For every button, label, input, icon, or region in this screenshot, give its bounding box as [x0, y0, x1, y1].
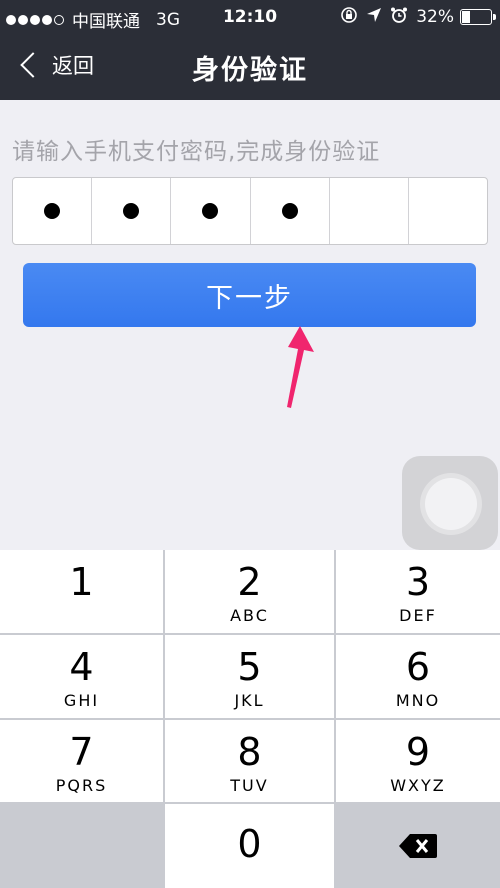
next-step-button[interactable]: 下一步 — [23, 263, 476, 327]
password-prompt: 请输入手机支付密码,完成身份验证 — [12, 139, 381, 165]
top-bar: 中国联通 3G 12:10 32% 返回 身份验证 — [0, 0, 500, 100]
pin-dot — [202, 203, 219, 219]
rotation-lock-icon — [340, 6, 358, 28]
pointer-arrow-icon — [287, 326, 314, 408]
password-input[interactable] — [12, 177, 488, 245]
key-9[interactable]: 9 WXYZ — [336, 720, 500, 802]
key-digit: 9 — [405, 730, 431, 774]
pin-cell — [13, 178, 93, 244]
key-letters: MNO — [395, 691, 441, 710]
numeric-keypad: 1 2 ABC 3 DEF 4 GHI 5 JKL 6 MNO 7 PQRS 8 TUV 9 WXYZ 0 — [0, 550, 500, 888]
pin-dot — [281, 203, 298, 219]
key-1[interactable]: 1 — [0, 550, 163, 633]
key-letters: DEF — [399, 606, 437, 625]
key-digit: 6 — [405, 645, 431, 689]
pin-dot — [44, 203, 61, 219]
key-3[interactable]: 3 DEF — [336, 550, 500, 633]
key-0[interactable]: 0 — [165, 804, 334, 888]
key-7[interactable]: 7 PQRS — [0, 720, 163, 802]
key-2[interactable]: 2 ABC — [165, 550, 334, 633]
key-letters: PQRS — [55, 776, 108, 795]
key-letters: JKL — [234, 691, 265, 710]
navigation-bar: 返回 身份验证 — [0, 36, 500, 100]
pin-cell — [171, 178, 251, 244]
key-8[interactable]: 8 TUV — [165, 720, 334, 802]
key-digit: 2 — [237, 560, 262, 604]
delete-key[interactable] — [336, 804, 500, 888]
key-5[interactable]: 5 JKL — [165, 635, 334, 718]
key-blank — [0, 804, 163, 888]
key-letters: WXYZ — [390, 776, 446, 795]
alarm-icon — [390, 6, 408, 28]
assistive-touch-button[interactable] — [402, 456, 498, 550]
location-icon — [366, 7, 382, 27]
backspace-icon — [399, 834, 437, 858]
key-letters: TUV — [230, 776, 269, 795]
key-digit: 8 — [237, 730, 262, 774]
key-digit: 5 — [237, 645, 262, 689]
battery-percent: 32% — [416, 7, 454, 27]
key-digit: 1 — [69, 560, 94, 604]
key-letters: ABC — [230, 606, 269, 625]
key-digit: 0 — [237, 822, 262, 866]
status-bar: 中国联通 3G 12:10 32% — [0, 0, 500, 36]
battery-fill — [462, 11, 471, 23]
key-digit: 7 — [69, 730, 94, 774]
pin-cell — [92, 178, 172, 244]
battery-icon — [460, 9, 496, 25]
pin-cell — [330, 178, 409, 244]
key-digit: 4 — [69, 645, 94, 689]
key-digit: 3 — [405, 560, 431, 604]
key-4[interactable]: 4 GHI — [0, 635, 163, 718]
pin-cell — [409, 178, 487, 244]
key-6[interactable]: 6 MNO — [336, 635, 500, 718]
pin-cell — [251, 178, 330, 244]
key-letters: GHI — [63, 691, 100, 710]
pin-dot — [123, 203, 140, 219]
page-title: 身份验证 — [192, 55, 308, 86]
